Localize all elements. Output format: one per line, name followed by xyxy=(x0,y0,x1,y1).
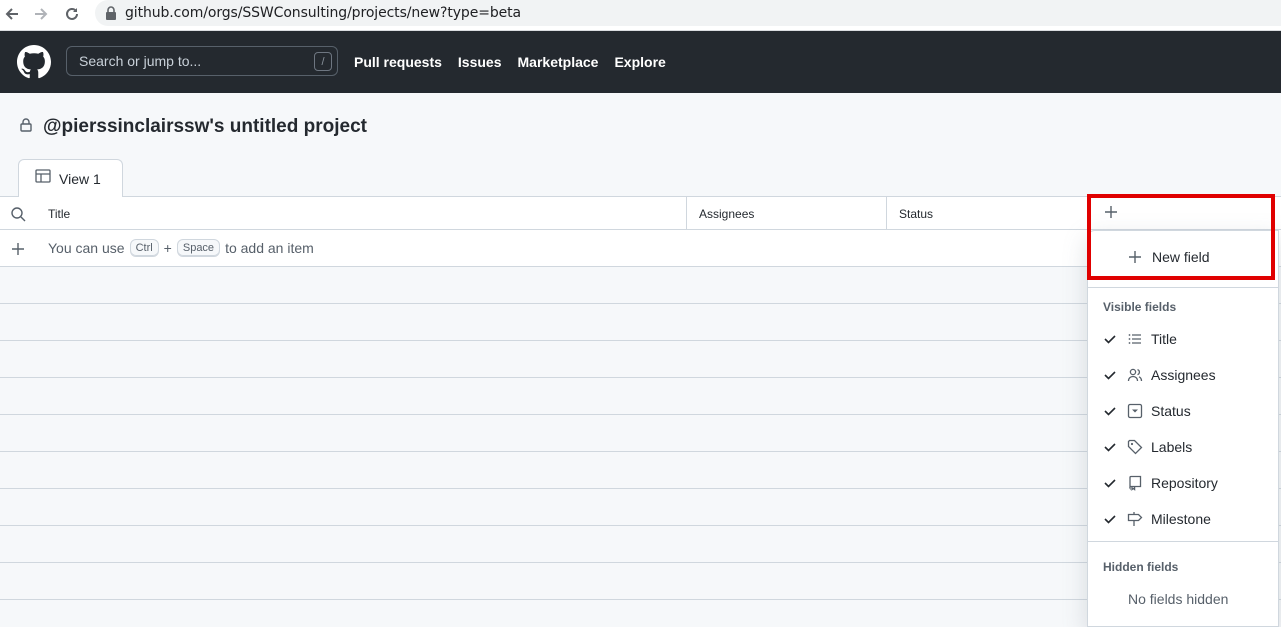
check-icon xyxy=(1103,512,1119,526)
field-item-milestone[interactable]: Milestone xyxy=(1103,507,1273,531)
back-icon[interactable] xyxy=(0,3,24,25)
highlight-box xyxy=(1087,194,1275,280)
field-menu: New field Visible fields Title Assignees… xyxy=(1087,230,1279,627)
plus-icon[interactable] xyxy=(10,241,26,262)
single-select-icon xyxy=(1127,403,1143,419)
field-item-labels[interactable]: Labels xyxy=(1103,435,1273,459)
hint-plus: + xyxy=(163,240,172,256)
field-label: Status xyxy=(1151,403,1191,419)
github-header: Search or jump to... / Pull requests Iss… xyxy=(0,31,1281,93)
github-logo-icon[interactable] xyxy=(17,45,51,79)
lock-icon xyxy=(105,6,117,20)
field-item-assignees[interactable]: Assignees xyxy=(1103,363,1273,387)
field-label: Assignees xyxy=(1151,367,1216,383)
nav-explore[interactable]: Explore xyxy=(614,54,665,70)
tag-icon xyxy=(1127,439,1143,455)
field-label: Labels xyxy=(1151,439,1193,455)
column-status[interactable]: Status xyxy=(899,197,933,230)
hidden-fields-empty: No fields hidden xyxy=(1128,591,1229,607)
nav-marketplace[interactable]: Marketplace xyxy=(518,54,599,70)
field-label: Repository xyxy=(1151,475,1218,491)
project-title-row: @pierssinclairssw's untitled project xyxy=(18,116,367,138)
forward-icon[interactable] xyxy=(29,3,53,25)
hint-prefix: You can use xyxy=(48,240,125,256)
field-label: Title xyxy=(1151,331,1177,347)
hint-suffix: to add an item xyxy=(225,240,314,256)
field-item-repository[interactable]: Repository xyxy=(1103,471,1273,495)
milestone-icon xyxy=(1127,511,1143,527)
people-icon xyxy=(1127,367,1143,383)
check-icon xyxy=(1103,440,1119,454)
nav-pull-requests[interactable]: Pull requests xyxy=(354,54,442,70)
check-icon xyxy=(1103,368,1119,382)
column-title[interactable]: Title xyxy=(48,197,70,230)
list-icon xyxy=(1127,331,1143,347)
column-divider[interactable] xyxy=(886,197,887,230)
hidden-fields-heading: Hidden fields xyxy=(1103,560,1179,574)
search-shortcut-key: / xyxy=(314,52,332,71)
search-icon[interactable] xyxy=(10,206,26,227)
kbd-ctrl: Ctrl xyxy=(129,239,159,257)
lock-icon xyxy=(18,117,34,138)
kbd-space: Space xyxy=(176,239,221,257)
menu-divider xyxy=(1088,541,1278,542)
menu-divider xyxy=(1088,287,1278,288)
column-assignees[interactable]: Assignees xyxy=(699,197,754,230)
tab-label: View 1 xyxy=(59,170,101,187)
repo-icon xyxy=(1127,475,1143,491)
check-icon xyxy=(1103,332,1119,346)
field-label: Milestone xyxy=(1151,511,1211,527)
nav-issues[interactable]: Issues xyxy=(458,54,502,70)
search-placeholder: Search or jump to... xyxy=(79,53,202,69)
column-divider[interactable] xyxy=(686,197,687,230)
field-item-title[interactable]: Title xyxy=(1103,327,1273,351)
header-nav: Pull requests Issues Marketplace Explore xyxy=(354,54,682,70)
field-item-status[interactable]: Status xyxy=(1103,399,1273,423)
browser-toolbar: github.com/orgs/SSWConsulting/projects/n… xyxy=(0,0,1281,31)
tab-view-1[interactable]: View 1 xyxy=(18,159,123,197)
address-bar[interactable]: github.com/orgs/SSWConsulting/projects/n… xyxy=(95,0,1281,26)
check-icon xyxy=(1103,404,1119,418)
project-title[interactable]: @pierssinclairssw's untitled project xyxy=(43,116,367,138)
search-input[interactable]: Search or jump to... / xyxy=(66,46,338,76)
visible-fields-heading: Visible fields xyxy=(1103,300,1177,314)
check-icon xyxy=(1103,476,1119,490)
url-text: github.com/orgs/SSWConsulting/projects/n… xyxy=(125,5,522,21)
reload-icon[interactable] xyxy=(60,3,84,25)
table-icon xyxy=(35,168,51,189)
add-item-hint: You can use Ctrl + Space to add an item xyxy=(48,230,314,266)
